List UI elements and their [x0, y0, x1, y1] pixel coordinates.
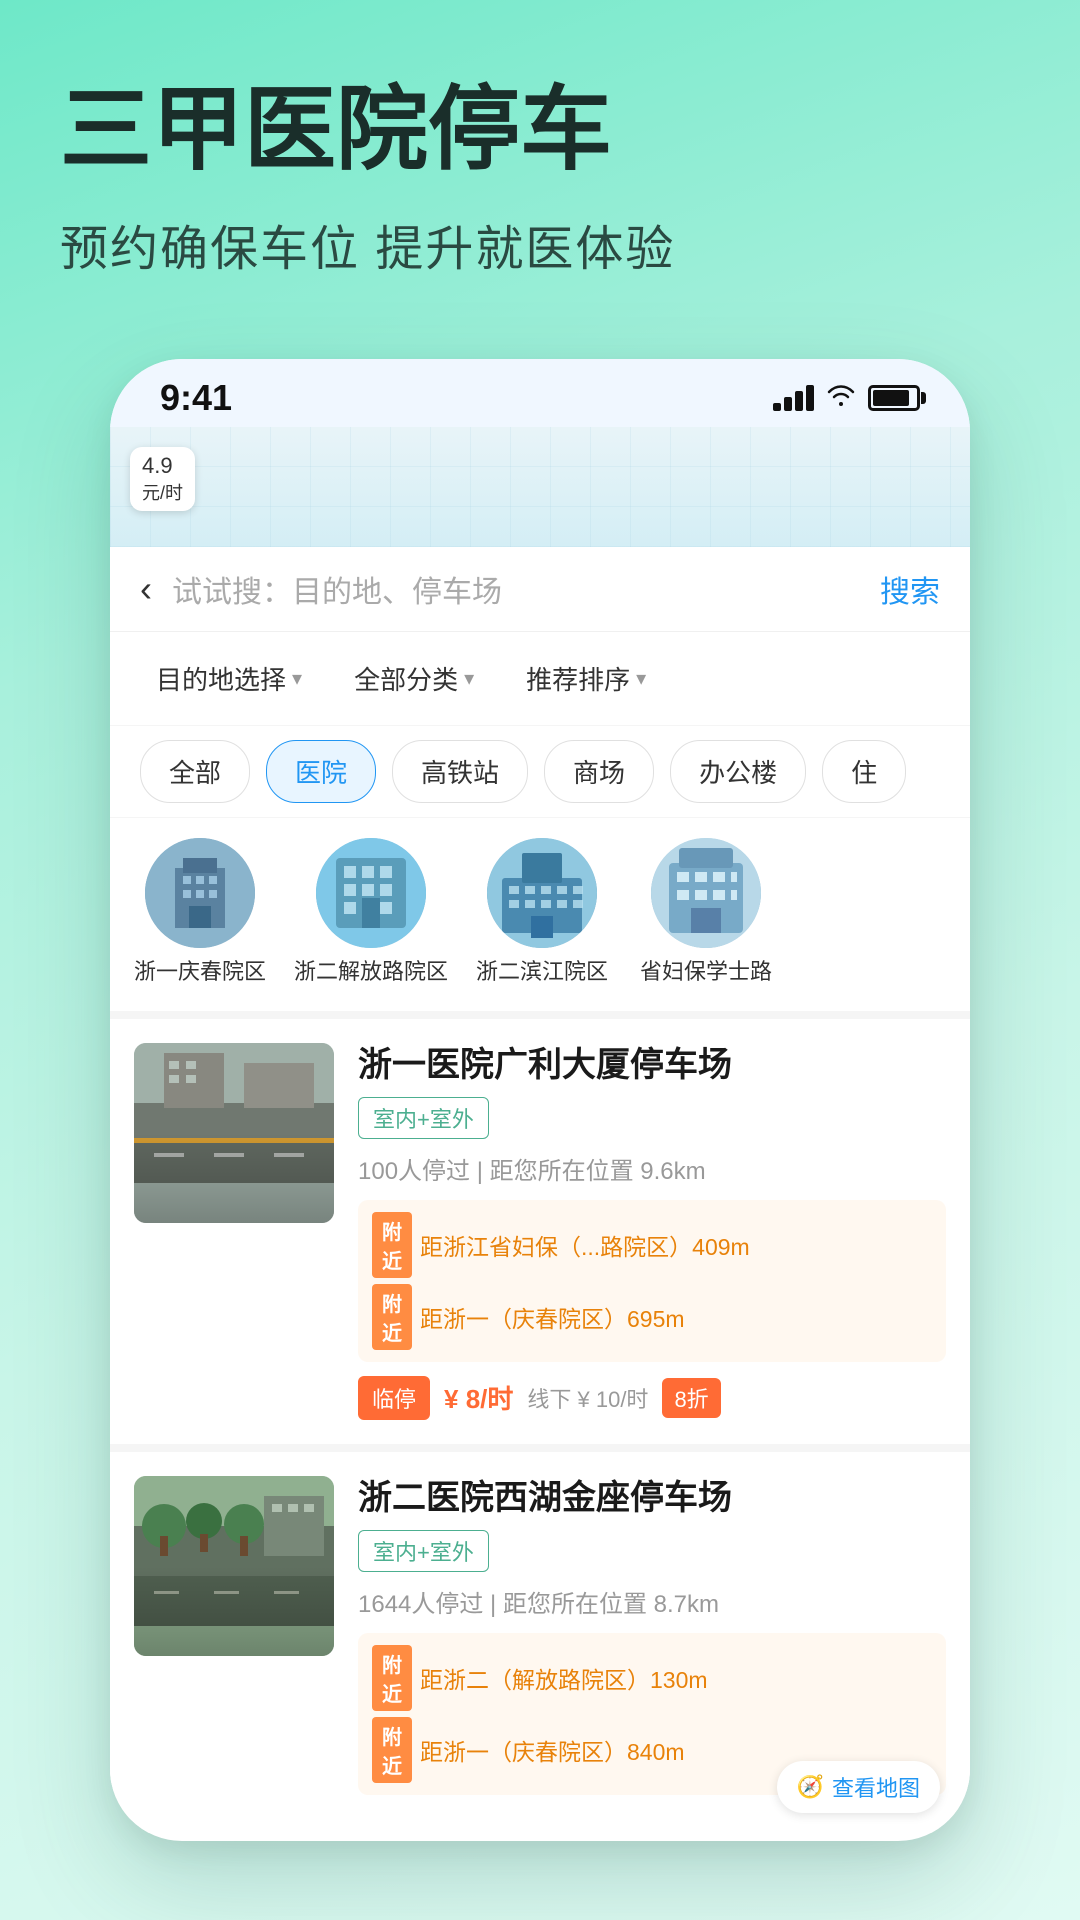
category-chip-all[interactable]: 全部 [140, 740, 250, 803]
back-button[interactable]: ‹ [140, 568, 152, 610]
marketing-section: 三甲医院停车 预约确保车位 提升就医体验 [0, 0, 1080, 319]
category-row: 全部 医院 高铁站 商场 办公楼 住 [110, 726, 970, 818]
filter-destination-label: 目的地选择 [156, 660, 286, 697]
parking-tags-0: 室内+室外 [358, 1097, 946, 1139]
parking-thumbnail-1 [134, 1476, 334, 1656]
parking-name-1: 浙二医院西湖金座停车场 [358, 1476, 946, 1520]
status-bar: 9:41 [110, 359, 970, 427]
category-chip-train[interactable]: 高铁站 [392, 740, 528, 803]
chevron-down-icon: ▾ [636, 666, 646, 691]
compass-icon: 🧭 [797, 1774, 824, 1800]
map-view-button[interactable]: 🧭 查看地图 [777, 1761, 940, 1813]
nearby-item-1-0: 附近 距浙二（解放路院区）130m [372, 1645, 932, 1711]
nearby-label-2: 附近 [372, 1645, 412, 1711]
status-icons [773, 382, 920, 414]
hospital-item-3[interactable]: 省妇保学士路 [636, 838, 776, 987]
parking-thumbnail-0 [134, 1043, 334, 1223]
hospital-avatar-2 [487, 838, 597, 948]
parking-list: 浙一医院广利大厦停车场 室内+室外 100人停过 | 距您所在位置 9.6km … [110, 1019, 970, 1833]
hospital-item-0[interactable]: 浙一庆春院区 [130, 838, 270, 987]
parking-name-0: 浙一医院广利大厦停车场 [358, 1043, 946, 1087]
hospital-item-1[interactable]: 浙二解放路院区 [294, 838, 448, 987]
hospital-name-2: 浙二滨江院区 [476, 958, 608, 987]
filter-sort-label: 推荐排序 [526, 660, 630, 697]
hospital-name-3: 省妇保学士路 [640, 958, 772, 987]
chevron-down-icon: ▾ [464, 666, 474, 691]
hospital-avatar-3 [651, 838, 761, 948]
parking-info-1: 浙二医院西湖金座停车场 室内+室外 1644人停过 | 距您所在位置 8.7km… [358, 1476, 946, 1809]
filter-category-label: 全部分类 [354, 660, 458, 697]
nearby-text-2: 距浙二（解放路院区）130m [420, 1661, 708, 1695]
parking-tags-1: 室内+室外 [358, 1530, 946, 1572]
signal-icon [773, 385, 814, 411]
map-view-label: 查看地图 [832, 1771, 920, 1803]
filter-destination[interactable]: 目的地选择 ▾ [140, 650, 318, 707]
parking-tag-0: 室内+室外 [358, 1097, 489, 1139]
wifi-icon [826, 382, 856, 414]
search-input[interactable]: 试试搜：目的地、停车场 [172, 567, 860, 611]
sub-title: 预约确保车位 提升就医体验 [60, 209, 1020, 279]
main-title: 三甲医院停车 [60, 80, 1020, 181]
search-bar[interactable]: ‹ 试试搜：目的地、停车场 搜索 [110, 547, 970, 632]
hospital-carousel: 浙一庆春院区 浙二解放路院区 [110, 818, 970, 1019]
nearby-label-3: 附近 [372, 1717, 412, 1783]
nearby-item-0-0: 附近 距浙江省妇保（...路院区）409m [372, 1212, 932, 1278]
parking-stats-0: 100人停过 | 距您所在位置 9.6km [358, 1151, 946, 1186]
price-type-badge-0: 临停 [358, 1376, 430, 1420]
discount-badge-0: 8折 [662, 1378, 720, 1418]
price-row-0: 临停 ¥ 8/时 线下 ¥ 10/时 8折 [358, 1376, 946, 1420]
filter-category[interactable]: 全部分类 ▾ [338, 650, 490, 707]
battery-icon [868, 385, 920, 411]
hospital-name-1: 浙二解放路院区 [294, 958, 448, 987]
nearby-text-3: 距浙一（庆春院区）840m [420, 1733, 685, 1767]
nearby-label-1: 附近 [372, 1284, 412, 1350]
price-offline-0: 线下 ¥ 10/时 [527, 1382, 648, 1414]
status-time: 9:41 [160, 377, 232, 419]
second-card-wrapper: 浙二医院西湖金座停车场 室内+室外 1644人停过 | 距您所在位置 8.7km… [110, 1452, 970, 1833]
parking-stats-1: 1644人停过 | 距您所在位置 8.7km [358, 1584, 946, 1619]
category-chip-residence[interactable]: 住 [822, 740, 906, 803]
hospital-avatar-1 [316, 838, 426, 948]
parking-tag-1: 室内+室外 [358, 1530, 489, 1572]
nearby-text-0: 距浙江省妇保（...路院区）409m [420, 1228, 750, 1262]
hospital-avatar-0 [145, 838, 255, 948]
nearby-badges-0: 附近 距浙江省妇保（...路院区）409m 附近 距浙一（庆春院区）695m [358, 1200, 946, 1362]
hospital-name-0: 浙一庆春院区 [134, 958, 266, 987]
search-button[interactable]: 搜索 [880, 567, 940, 611]
price-main-0: ¥ 8/时 [444, 1379, 513, 1416]
parking-info-0: 浙一医院广利大厦停车场 室内+室外 100人停过 | 距您所在位置 9.6km … [358, 1043, 946, 1420]
map-background: 4.9元/时 [110, 427, 970, 547]
map-price-badge: 4.9元/时 [130, 447, 195, 511]
filter-sort[interactable]: 推荐排序 ▾ [510, 650, 662, 707]
category-chip-office[interactable]: 办公楼 [670, 740, 806, 803]
hospital-item-2[interactable]: 浙二滨江院区 [472, 838, 612, 987]
nearby-label-0: 附近 [372, 1212, 412, 1278]
phone-mockup: 9:41 4.9元/时 ‹ 试试搜：目的 [110, 359, 970, 1841]
category-chip-hospital[interactable]: 医院 [266, 740, 376, 803]
filter-row: 目的地选择 ▾ 全部分类 ▾ 推荐排序 ▾ [110, 632, 970, 726]
nearby-text-1: 距浙一（庆春院区）695m [420, 1300, 685, 1334]
category-chip-mall[interactable]: 商场 [544, 740, 654, 803]
chevron-down-icon: ▾ [292, 666, 302, 691]
parking-card-0[interactable]: 浙一医院广利大厦停车场 室内+室外 100人停过 | 距您所在位置 9.6km … [110, 1019, 970, 1444]
nearby-item-0-1: 附近 距浙一（庆春院区）695m [372, 1284, 932, 1350]
